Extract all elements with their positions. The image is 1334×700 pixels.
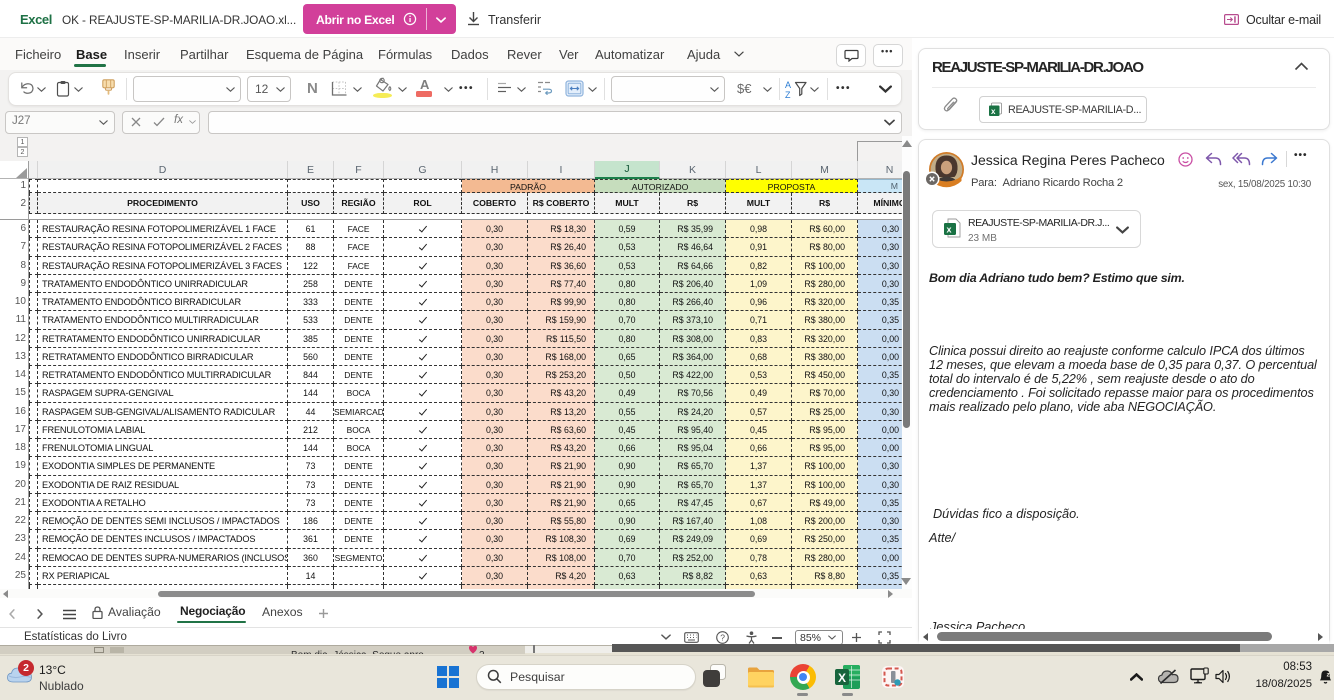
svg-text:x: x [947,225,952,235]
svg-text:x: x [991,107,996,116]
svg-text:X: X [838,671,846,685]
svg-text:A: A [785,80,791,90]
svg-text:?: ? [720,632,725,642]
svg-text:Z: Z [785,90,791,99]
